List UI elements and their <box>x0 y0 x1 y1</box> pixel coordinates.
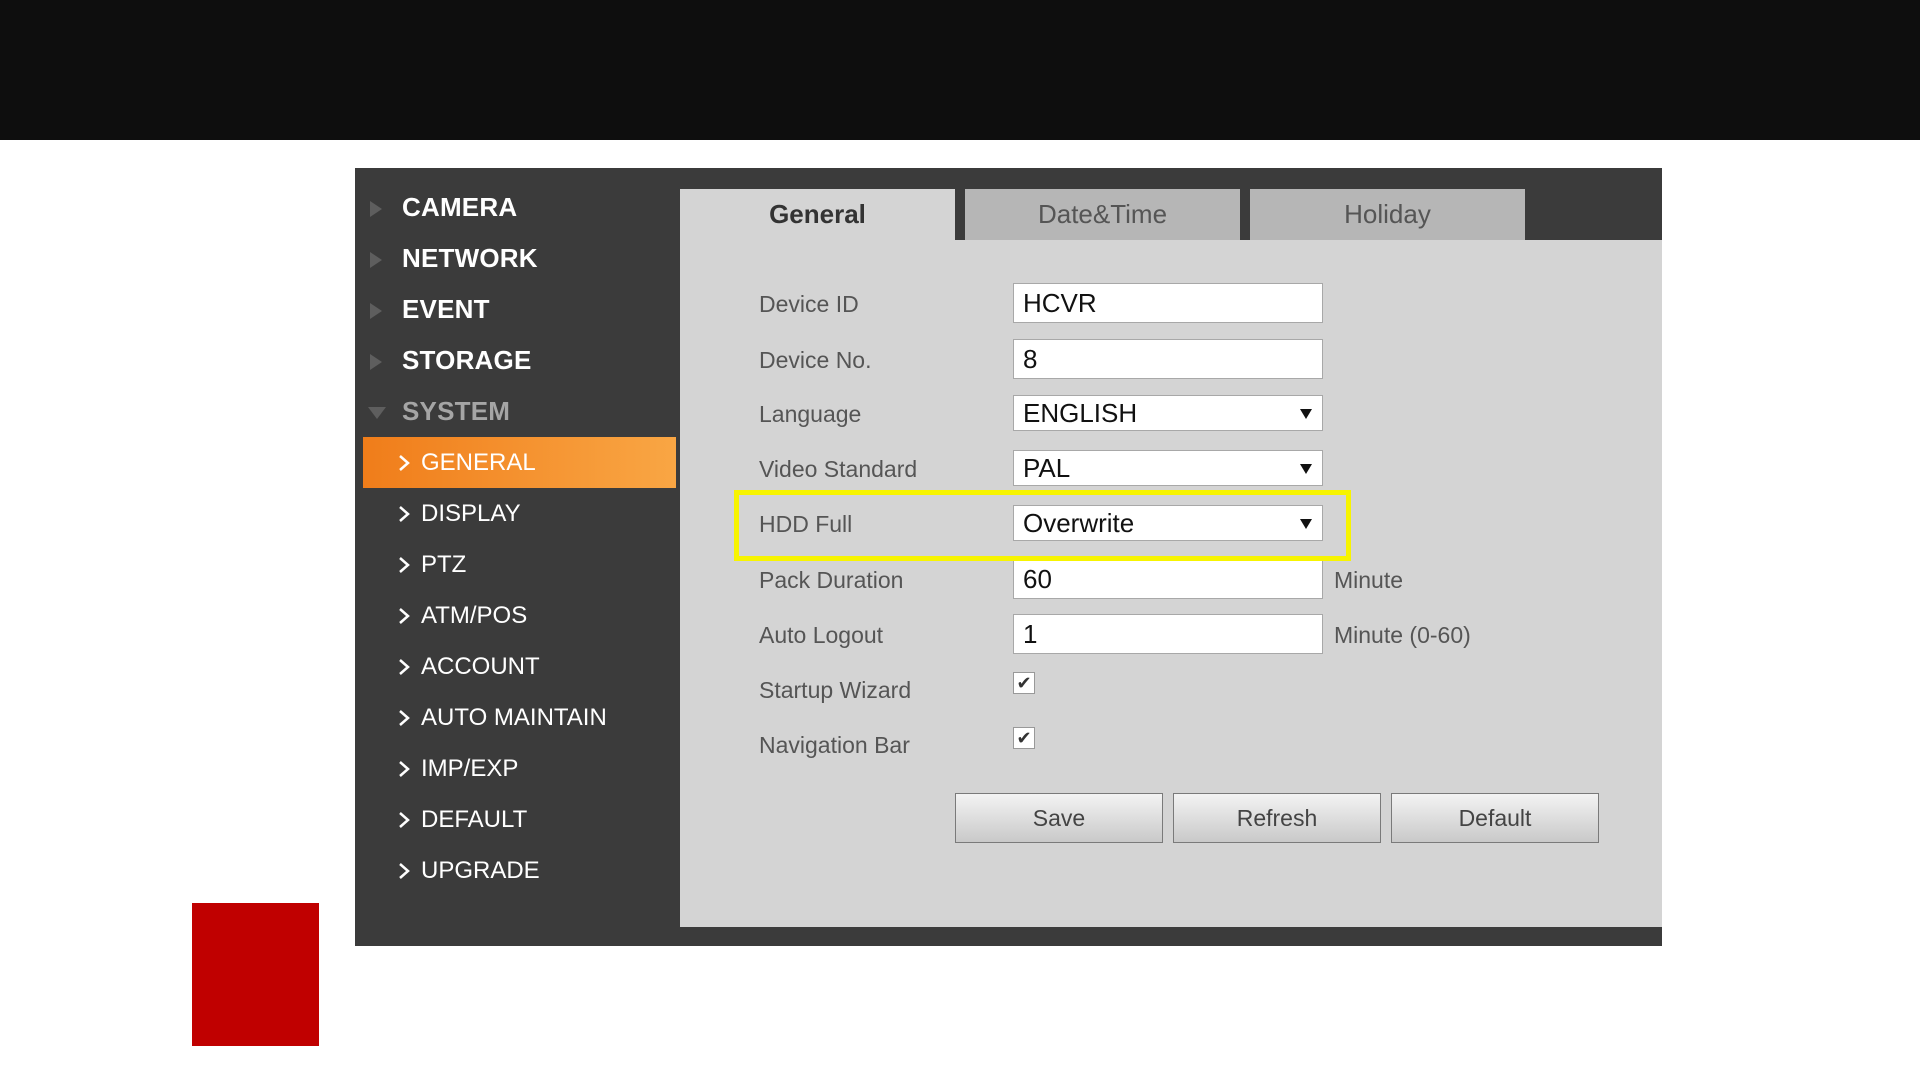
device-no-row: Device No. 8 <box>680 339 1662 383</box>
dropdown-arrow-icon <box>1300 519 1312 529</box>
navigation-bar-checkbox[interactable]: ✔ <box>1013 727 1035 749</box>
sidebar-subitem-label: PTZ <box>421 550 467 578</box>
auto-logout-label: Auto Logout <box>759 622 884 648</box>
sidebar-subitem-auto-maintain[interactable]: AUTO MAINTAIN <box>355 692 675 743</box>
dvr-settings-window: CAMERA NETWORK EVENT STORAGE SYSTEM GENE… <box>355 168 1662 946</box>
dropdown-arrow-icon <box>1300 464 1312 474</box>
sidebar-subitem-label: ATM/POS <box>421 601 528 629</box>
triangle-down-icon <box>368 407 386 419</box>
sidebar-item-label: STORAGE <box>402 345 532 375</box>
sidebar-subitem-label: UPGRADE <box>421 856 540 884</box>
sidebar-item-label: CAMERA <box>402 192 518 222</box>
hdd-full-select[interactable]: Overwrite <box>1013 505 1323 541</box>
auto-logout-unit: Minute (0-60) <box>1334 622 1471 648</box>
triangle-right-icon <box>370 303 382 319</box>
chevron-right-icon <box>399 608 410 624</box>
chevron-right-icon <box>399 761 410 777</box>
sidebar-item-label: SYSTEM <box>402 396 511 426</box>
triangle-right-icon <box>370 201 382 217</box>
chevron-right-icon <box>399 557 410 573</box>
device-no-input[interactable]: 8 <box>1013 339 1323 379</box>
sidebar-item-camera[interactable]: CAMERA <box>355 182 675 233</box>
pack-duration-input[interactable]: 60 <box>1013 559 1323 599</box>
settings-panel: General Date&Time Holiday Device ID HCVR… <box>680 189 1662 927</box>
chevron-right-icon <box>399 659 410 675</box>
language-select[interactable]: ENGLISH <box>1013 395 1323 431</box>
sidebar-subitem-label: AUTO MAINTAIN <box>421 703 607 731</box>
triangle-right-icon <box>370 354 382 370</box>
hdd-full-value: Overwrite <box>1023 508 1135 538</box>
triangle-right-icon <box>370 252 382 268</box>
hdd-full-label: HDD Full <box>759 511 853 537</box>
device-id-label: Device ID <box>759 291 859 317</box>
startup-wizard-row: Startup Wizard ✔ <box>680 669 1662 713</box>
refresh-button[interactable]: Refresh <box>1173 793 1381 843</box>
video-standard-label: Video Standard <box>759 456 918 482</box>
tab-holiday[interactable]: Holiday <box>1250 189 1525 240</box>
sidebar-subitem-label: IMP/EXP <box>421 754 519 782</box>
device-no-label: Device No. <box>759 347 872 373</box>
chevron-right-icon <box>399 812 410 828</box>
sidebar-subitem-account[interactable]: ACCOUNT <box>355 641 675 692</box>
sidebar-item-system[interactable]: SYSTEM <box>355 386 675 437</box>
sidebar-item-label: EVENT <box>402 294 490 324</box>
startup-wizard-checkbox[interactable]: ✔ <box>1013 672 1035 694</box>
sidebar-item-label: NETWORK <box>402 243 538 273</box>
video-standard-select[interactable]: PAL <box>1013 450 1323 486</box>
video-standard-row: Video Standard PAL <box>680 448 1662 492</box>
red-accent-square <box>192 903 319 1046</box>
pack-duration-label: Pack Duration <box>759 567 904 593</box>
chevron-right-icon <box>399 863 410 879</box>
device-id-input[interactable]: HCVR <box>1013 283 1323 323</box>
video-standard-value: PAL <box>1023 453 1071 483</box>
sidebar-subitem-ptz[interactable]: PTZ <box>355 539 675 590</box>
sidebar-item-network[interactable]: NETWORK <box>355 233 675 284</box>
sidebar-subitem-label: DEFAULT <box>421 805 528 833</box>
save-button[interactable]: Save <box>955 793 1163 843</box>
language-label: Language <box>759 401 862 427</box>
hdd-full-row: HDD Full Overwrite <box>680 503 1662 547</box>
sidebar-subitem-imp-exp[interactable]: IMP/EXP <box>355 743 675 794</box>
sidebar-subitem-display[interactable]: DISPLAY <box>355 488 675 539</box>
sidebar-subitem-label: ACCOUNT <box>421 652 540 680</box>
dropdown-arrow-icon <box>1300 409 1312 419</box>
sidebar-subitem-default[interactable]: DEFAULT <box>355 794 675 845</box>
sidebar-subitem-upgrade[interactable]: UPGRADE <box>355 845 675 896</box>
default-button[interactable]: Default <box>1391 793 1599 843</box>
auto-logout-row: Auto Logout 1 Minute (0-60) <box>680 614 1662 658</box>
top-black-banner <box>0 0 1920 140</box>
language-row: Language ENGLISH <box>680 393 1662 437</box>
sidebar-subitem-general[interactable]: GENERAL <box>363 437 676 488</box>
device-id-row: Device ID HCVR <box>680 283 1662 327</box>
pack-duration-row: Pack Duration 60 Minute <box>680 559 1662 603</box>
startup-wizard-label: Startup Wizard <box>759 677 912 703</box>
chevron-right-icon <box>399 455 410 471</box>
sidebar-subitem-label: DISPLAY <box>421 499 521 527</box>
language-value: ENGLISH <box>1023 398 1138 428</box>
sidebar: CAMERA NETWORK EVENT STORAGE SYSTEM GENE… <box>355 182 676 896</box>
chevron-right-icon <box>399 506 410 522</box>
sidebar-item-event[interactable]: EVENT <box>355 284 675 335</box>
tab-date-time[interactable]: Date&Time <box>965 189 1240 240</box>
pack-duration-unit: Minute <box>1334 567 1404 593</box>
sidebar-subitem-atm-pos[interactable]: ATM/POS <box>355 590 675 641</box>
chevron-right-icon <box>399 710 410 726</box>
sidebar-subitem-label: GENERAL <box>421 448 536 476</box>
auto-logout-input[interactable]: 1 <box>1013 614 1323 654</box>
sidebar-item-storage[interactable]: STORAGE <box>355 335 675 386</box>
tab-general[interactable]: General <box>680 189 955 240</box>
navigation-bar-label: Navigation Bar <box>759 732 910 758</box>
navigation-bar-row: Navigation Bar ✔ <box>680 724 1662 768</box>
